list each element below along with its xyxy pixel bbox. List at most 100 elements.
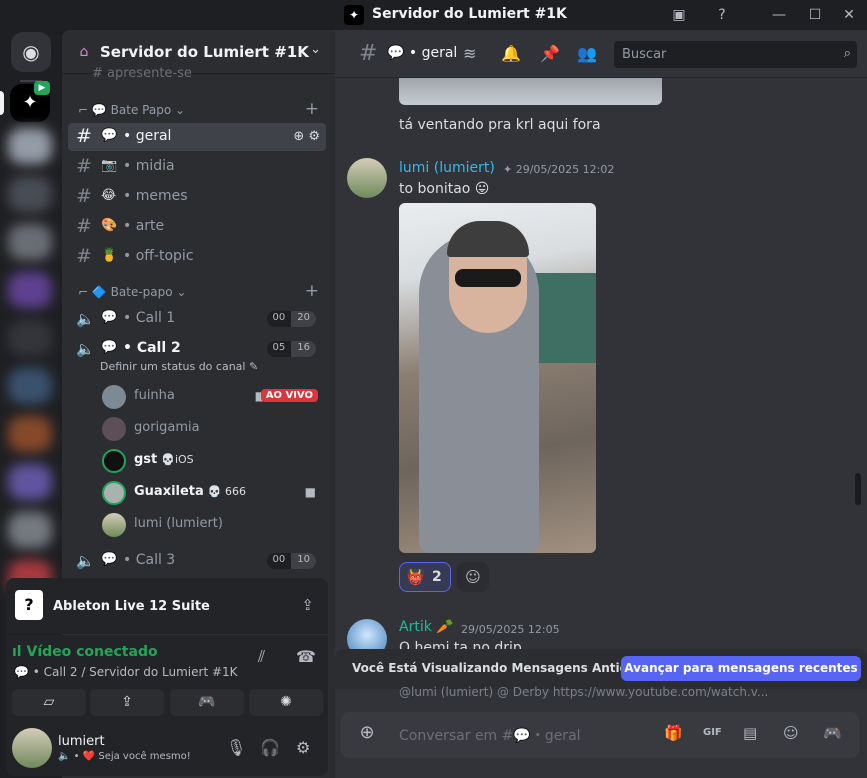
voice-channel-call-1[interactable]: 🔈 💬 • Call 1 00 20	[68, 305, 326, 333]
sticker-icon[interactable]: ▤	[743, 724, 757, 742]
composer-placeholder: Conversar em #💬・geral	[399, 728, 581, 744]
title-bar: ✦ Servidor do Lumiert #1K ▣ ? — ☐ ✕	[0, 0, 867, 30]
server-name: Servidor do Lumiert #1K	[100, 43, 309, 61]
speech-bubble-icon: 💬	[101, 340, 118, 355]
category-bate-papo-voice[interactable]: ⌐ 🔷 Bate-papo ⌄	[78, 285, 186, 299]
minimize-button[interactable]: —	[768, 4, 790, 26]
soundboard-button[interactable]: ✺	[249, 689, 323, 716]
carrot-icon: 🥕	[436, 619, 454, 635]
server-icon[interactable]	[8, 176, 52, 212]
threads-icon[interactable]: ≋	[463, 44, 476, 63]
voice-user-lumi[interactable]: lumi (lumiert)	[102, 511, 322, 539]
speech-bubble-icon: 💬	[101, 128, 118, 143]
voice-user-name: lumi (lumiert)	[134, 516, 223, 531]
maximize-button[interactable]: ☐	[804, 4, 826, 26]
add-reaction-icon[interactable]: ☺	[457, 562, 489, 592]
live-badge: AO VIVO	[260, 389, 318, 402]
members-icon[interactable]: 👥	[577, 44, 597, 63]
jump-to-present-button[interactable]: Avançar para mensagens recentes	[621, 656, 861, 681]
disconnect-icon[interactable]: ☎	[296, 647, 316, 666]
server-icon[interactable]	[8, 224, 52, 260]
voice-channel-path[interactable]: 💬 • Call 2 / Servidor do Lumiert #1K	[14, 665, 238, 679]
speech-bubble-icon: 💬	[101, 552, 118, 567]
voice-status: ıl Vídeo conectado	[12, 644, 158, 660]
inbox-icon[interactable]: ▣	[668, 4, 690, 26]
microphone-icon[interactable]: 🎙	[226, 738, 246, 757]
voice-channel-call-3[interactable]: 🔈 💬 • Call 3 00 10	[68, 547, 326, 575]
scrollbar-thumb[interactable]	[855, 473, 861, 505]
reaction-count: 2	[432, 569, 442, 585]
message-composer[interactable]: ⊕ Conversar em #💬・geral 🎁 GIF ▤ ☺ 🎮	[341, 712, 859, 758]
discord-window: ✦ Servidor do Lumiert #1K ▣ ? — ☐ ✕ ◉ ✦ …	[0, 0, 867, 778]
reaction-button[interactable]: 👹 2	[399, 562, 451, 592]
emoji-icon[interactable]: ☺	[783, 724, 799, 742]
add-channel-icon[interactable]: +	[305, 99, 319, 119]
server-icon[interactable]	[8, 128, 52, 164]
channel-label: • arte	[123, 218, 165, 234]
share-screen-icon[interactable]: ⇪	[301, 596, 314, 614]
message-text: tá ventando pra krl aqui fora	[399, 117, 601, 133]
headphones-icon[interactable]: 🎧	[260, 738, 280, 757]
hash-icon: #	[76, 185, 92, 207]
discord-home-icon[interactable]: ◉	[11, 32, 51, 72]
channel-off-topic[interactable]: # 🍍 • off-topic	[68, 243, 326, 271]
user-panel: lumiert 🔈 • ❤️ Seja você mesmo! 🎙 🎧 ⚙	[6, 720, 328, 776]
avatar[interactable]	[347, 158, 387, 198]
channel-label: • off-topic	[123, 248, 194, 264]
chevron-down-icon[interactable]: ⌄	[310, 42, 321, 57]
server-icon[interactable]	[8, 464, 52, 500]
search-input[interactable]: Buscar ⌕	[614, 41, 857, 68]
avatar	[102, 449, 126, 473]
speaker-icon: 🔈	[76, 310, 95, 328]
camera-off-button[interactable]: ▱	[12, 689, 86, 716]
add-channel-icon[interactable]: +	[305, 281, 319, 301]
server-icon[interactable]	[8, 512, 52, 548]
channel-geral[interactable]: # 💬 • geral ⊕ ⚙	[68, 123, 326, 151]
close-button[interactable]: ✕	[838, 4, 860, 26]
channel-arte[interactable]: # 🎨 • arte	[68, 213, 326, 241]
channel-midia[interactable]: # 📷 • midia	[68, 153, 326, 181]
gift-icon[interactable]: 🎁	[664, 724, 683, 742]
server-icon[interactable]	[8, 368, 52, 404]
category-bate-papo[interactable]: ⌐ 💬 Bate Papo ⌄	[78, 103, 185, 117]
plus-icon[interactable]: ⊕	[357, 723, 377, 743]
avatar[interactable]	[12, 728, 52, 768]
hash-icon: #	[76, 245, 92, 267]
noise-suppression-icon[interactable]: ⫽	[258, 647, 265, 667]
activity-button[interactable]: 🎮	[170, 689, 244, 716]
voice-user-gst[interactable]: gst 💀iOS	[102, 447, 322, 475]
search-placeholder: Buscar	[622, 47, 667, 62]
server-home-icon: ⌂	[79, 44, 89, 60]
voice-connection-panel: ıl Vídeo conectado 💬 • Call 2 / Servidor…	[6, 635, 328, 720]
partial-channel[interactable]: # apresente-se	[92, 66, 192, 81]
gear-icon[interactable]: ⚙	[296, 738, 310, 757]
speech-bubble-icon: 💬	[101, 310, 118, 325]
share-screen-button[interactable]: ⇪	[90, 689, 164, 716]
help-icon[interactable]: ?	[711, 4, 733, 26]
message-author[interactable]: Artik 🥕	[399, 619, 454, 635]
hash-icon: #	[76, 155, 92, 177]
avatar	[102, 481, 126, 505]
pin-icon[interactable]: 📌	[540, 44, 560, 63]
server-icon[interactable]	[8, 272, 52, 308]
hash-icon: #	[76, 215, 92, 237]
sparkle-icon: ✦	[503, 163, 516, 176]
invite-settings-icons[interactable]: ⊕ ⚙	[293, 129, 320, 144]
selfie-photo[interactable]	[399, 203, 596, 553]
voice-user-fuinha[interactable]: fuinha ■ AO VIVO	[102, 383, 322, 411]
server-icon[interactable]	[8, 416, 52, 452]
bell-icon[interactable]: 🔔	[501, 44, 521, 63]
image-attachment[interactable]	[399, 78, 662, 105]
user-tag: 💀iOS	[161, 453, 194, 466]
voice-user-gorigamia[interactable]: gorigamia	[102, 415, 322, 443]
channel-memes[interactable]: # 😂 • memes	[68, 183, 326, 211]
server-icon[interactable]	[8, 320, 52, 356]
set-channel-status[interactable]: Definir um status do canal ✎	[100, 360, 258, 373]
voice-user-guaxileta[interactable]: Guaxileta 💀 666 ■	[102, 479, 322, 507]
quoted-message[interactable]: @lumi (lumiert) @ Derby https://www.yout…	[399, 685, 809, 699]
game-controller-icon[interactable]: 🎮	[823, 724, 842, 742]
gif-icon[interactable]: GIF	[703, 727, 722, 738]
message-author[interactable]: lumi (lumiert)	[399, 160, 495, 176]
speech-bubble-icon: 💬	[14, 665, 33, 679]
voice-channel-call-2[interactable]: 🔈 💬 • Call 2 05 16	[68, 335, 326, 363]
